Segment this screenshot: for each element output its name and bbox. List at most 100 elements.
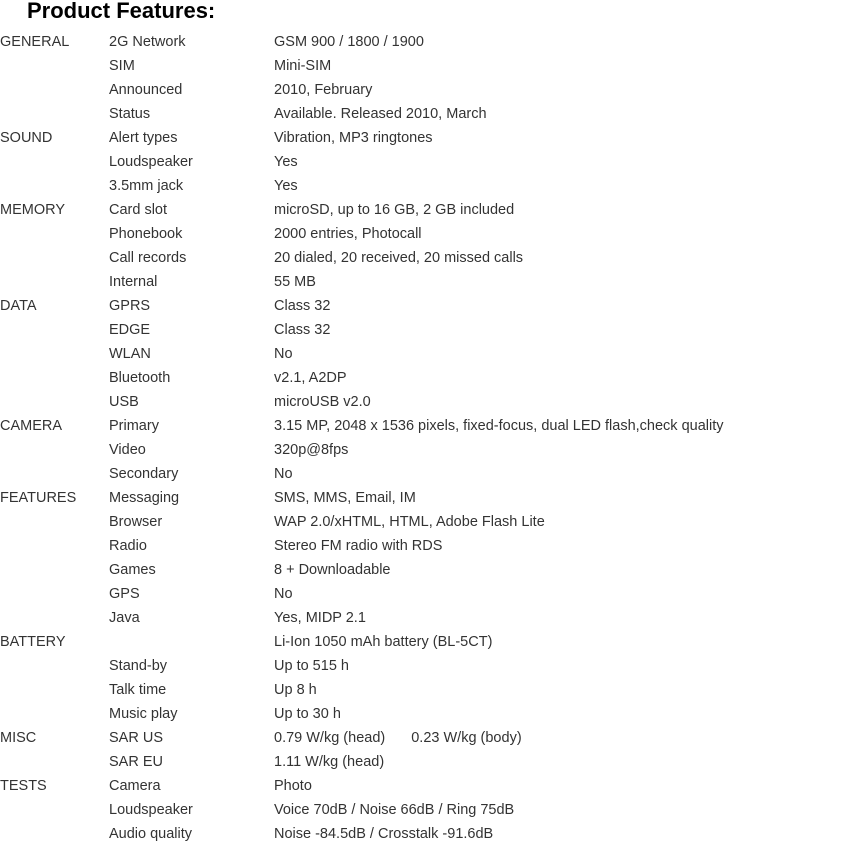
table-row: SOUND Alert types Vibration, MP3 ringtones [0,126,849,150]
spec-value-cell: 8 + Downloadable [274,562,391,578]
spec-category-cell [0,510,109,534]
spec-value-cell: 3.15 MP, 2048 x 1536 pixels, fixed-focus… [274,418,724,434]
spec-value-primary: 0.79 W/kg (head) [274,730,386,746]
spec-value-cell: SMS, MMS, Email, IM [274,490,416,506]
spec-value-cell: Yes [274,178,298,194]
spec-category-cell: MEMORY [0,202,65,218]
spec-value-cell: 20 dialed, 20 received, 20 missed calls [274,250,524,266]
spec-category-cell [0,606,109,630]
spec-value-cell: No [274,466,293,482]
spec-value-cell: 0.79 W/kg (head) 0.23 W/kg (body) [274,726,849,750]
spec-category-cell [0,702,109,726]
specifications-table-body: GENERAL 2G Network GSM 900 / 1800 / 1900 SI… [0,30,849,846]
table-row: TESTS Camera Photo [0,774,849,798]
spec-category-cell: CAMERA [0,418,63,434]
spec-category-cell [0,822,109,846]
spec-value-cell: Up to 30 h [274,706,341,722]
spec-feature-cell: Alert types [109,130,178,146]
spec-feature-cell: Radio [109,538,147,554]
spec-value-cell: microUSB v2.0 [274,394,371,410]
specifications-table: GENERAL 2G Network GSM 900 / 1800 / 1900 SI… [0,30,849,846]
table-row: Phonebook 2000 entries, Photocall [0,222,849,246]
spec-feature-cell: Internal [109,274,158,290]
spec-value-cell: No [274,346,293,362]
spec-feature-cell: Music play [109,706,178,722]
spec-feature-cell: Secondary [109,466,179,482]
spec-category-cell: SOUND [0,130,53,146]
spec-feature-cell: GPRS [109,298,151,314]
table-row: EDGE Class 32 [0,318,849,342]
spec-feature-cell: Call records [109,250,187,266]
spec-feature-cell: 3.5mm jack [109,178,184,194]
table-row: Announced 2010, February [0,78,849,102]
spec-value-cell: 55 MB [274,274,316,290]
table-row: WLAN No [0,342,849,366]
spec-value-cell: Yes [274,154,298,170]
spec-value-secondary: 0.23 W/kg (body) [411,730,522,746]
table-row: SAR EU 1.11 W/kg (head) [0,750,849,774]
spec-value-cell: 2010, February [274,82,373,98]
spec-category-cell: GENERAL [0,34,70,50]
spec-feature-cell: EDGE [109,322,151,338]
spec-value-cell: Up to 515 h [274,658,349,674]
spec-feature-cell [109,630,274,654]
product-features-page: Product Features: GENERAL 2G Network GSM 9… [0,0,849,865]
spec-category-cell: FEATURES [0,490,77,506]
spec-value-cell: Class 32 [274,322,331,338]
spec-value-cell: Mini-SIM [274,58,332,74]
spec-category-cell [0,150,109,174]
spec-feature-cell: Loudspeaker [109,802,193,818]
spec-category-cell [0,246,109,270]
spec-feature-cell: SIM [109,58,135,74]
table-row: Java Yes, MIDP 2.1 [0,606,849,630]
table-row: Stand-by Up to 515 h [0,654,849,678]
spec-category-cell: MISC [0,730,37,746]
spec-value-cell: Class 32 [274,298,331,314]
spec-category-cell [0,582,109,606]
table-row: Audio quality Noise -84.5dB / Crosstalk -… [0,822,849,846]
table-row: Call records 20 dialed, 20 received, 20 m… [0,246,849,270]
spec-value-cell: 1.11 W/kg (head) [274,754,385,770]
table-row: Loudspeaker Voice 70dB / Noise 66dB / Rin… [0,798,849,822]
spec-value-cell: Voice 70dB / Noise 66dB / Ring 75dB [274,802,515,818]
spec-feature-cell: Primary [109,418,159,434]
spec-category-cell [0,750,109,774]
table-row: GPS No [0,582,849,606]
spec-feature-cell: Games [109,562,156,578]
spec-feature-cell: Bluetooth [109,370,171,386]
table-row: GENERAL 2G Network GSM 900 / 1800 / 1900 [0,30,849,54]
spec-feature-cell: WLAN [109,346,151,362]
table-row: Internal 55 MB [0,270,849,294]
spec-category-cell [0,534,109,558]
table-row: Secondary No [0,462,849,486]
table-row: SIM Mini-SIM [0,54,849,78]
spec-feature-cell: Announced [109,82,183,98]
spec-value-cell: Li-Ion 1050 mAh battery (BL-5CT) [274,634,493,650]
spec-feature-cell: USB [109,394,139,410]
spec-value-cell: Available. Released 2010, March [274,106,487,122]
spec-category-cell [0,798,109,822]
table-row: MEMORY Card slot microSD, up to 16 GB, 2 G… [0,198,849,222]
spec-feature-cell: Camera [109,778,161,794]
spec-value-cell: GSM 900 / 1800 / 1900 [274,34,424,50]
spec-feature-cell: Stand-by [109,658,168,674]
spec-value-cell: microSD, up to 16 GB, 2 GB included [274,202,515,218]
spec-category-cell [0,270,109,294]
spec-category-cell [0,654,109,678]
spec-value-cell: Stereo FM radio with RDS [274,538,443,554]
spec-feature-cell: Phonebook [109,226,183,242]
spec-feature-cell: SAR EU [109,754,163,770]
table-row: BATTERY Li-Ion 1050 mAh battery (BL-5CT) [0,630,849,654]
spec-category-cell [0,462,109,486]
spec-value-cell: v2.1, A2DP [274,370,347,386]
table-row: Loudspeaker Yes [0,150,849,174]
spec-feature-cell: Status [109,106,151,122]
spec-value-cell: Noise -84.5dB / Crosstalk -91.6dB [274,826,494,842]
spec-category-cell [0,318,109,342]
table-row: CAMERA Primary 3.15 MP, 2048 x 1536 pixels… [0,414,849,438]
spec-feature-cell: SAR US [109,730,163,746]
spec-feature-cell: Video [109,442,146,458]
spec-value-cell: Photo [274,778,312,794]
spec-category-cell: TESTS [0,778,47,794]
spec-category-cell: BATTERY [0,634,66,650]
